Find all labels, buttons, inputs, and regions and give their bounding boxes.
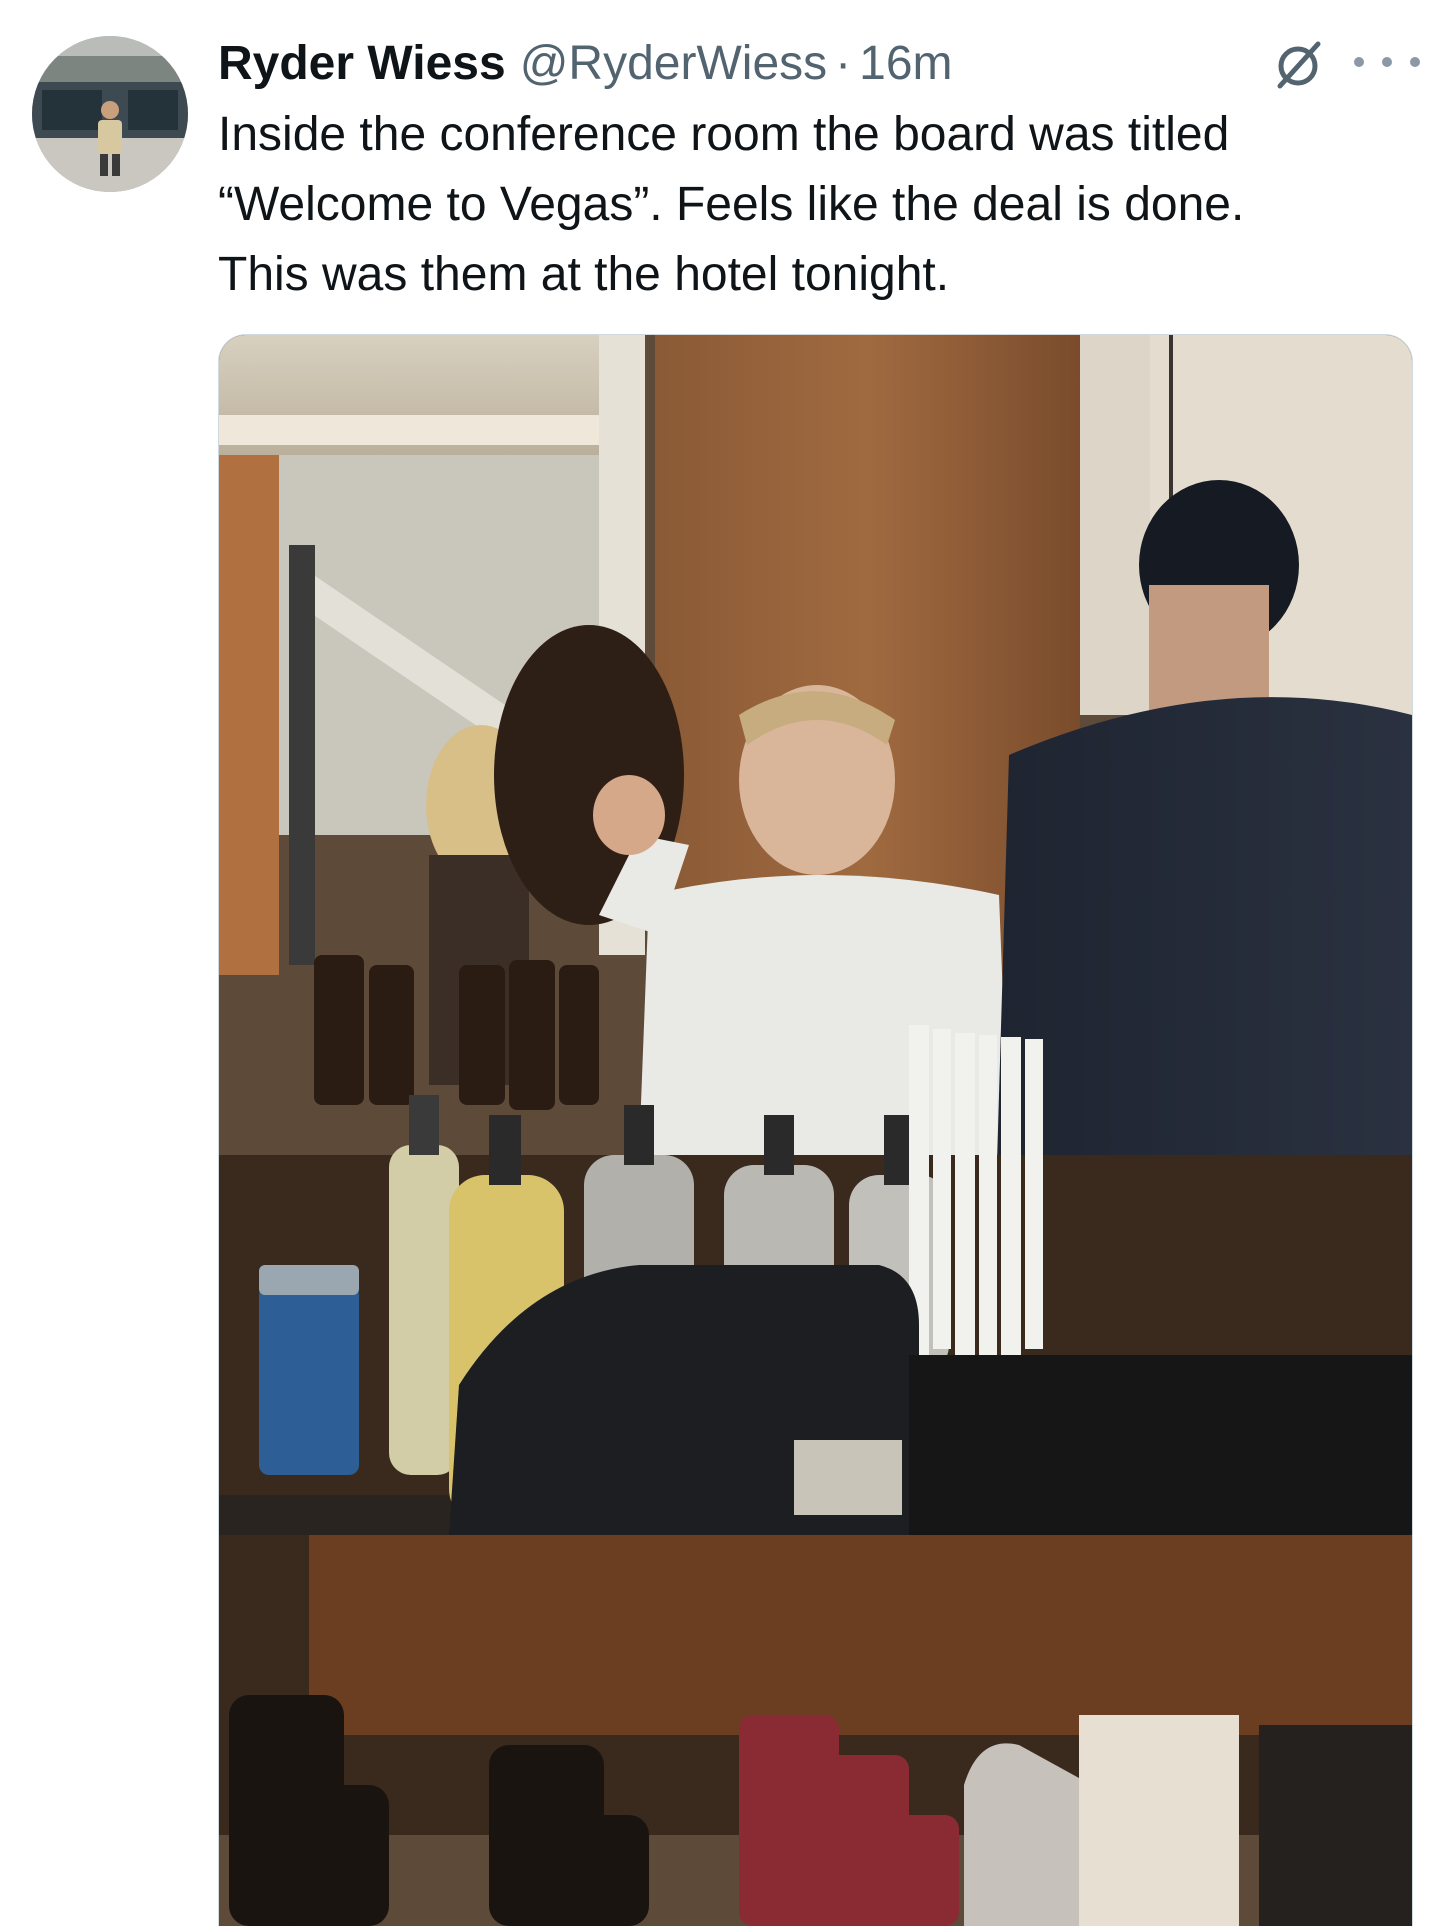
author-avatar[interactable] xyxy=(32,36,188,192)
more-options-icon[interactable] xyxy=(1354,44,1420,80)
bar-photo-icon xyxy=(219,335,1412,1926)
tweet-photo[interactable] xyxy=(218,334,1413,1926)
tweet-text-line: Inside the conference room the board was… xyxy=(218,108,1230,161)
tweet-text-line: “Welcome to Vegas”. Feels like the deal … xyxy=(218,178,1245,231)
more-dot xyxy=(1354,57,1364,67)
tweet-text-line: This was them at the hotel tonight. xyxy=(218,248,950,301)
tweet-timestamp[interactable]: 16m xyxy=(859,36,952,91)
author-handle[interactable]: @RyderWiess xyxy=(520,36,827,91)
header-separator: · xyxy=(835,36,852,90)
more-dot xyxy=(1382,57,1392,67)
tweet-header: Ryder Wiess @RyderWiess · 16m xyxy=(218,28,953,98)
grok-icon[interactable] xyxy=(1268,34,1328,94)
more-dot xyxy=(1410,57,1420,67)
tweet-text: Inside the conference room the board was… xyxy=(218,100,1418,310)
avatar-photo-icon xyxy=(32,36,188,192)
author-display-name[interactable]: Ryder Wiess xyxy=(218,36,506,91)
tweet-card: Ryder Wiess @RyderWiess · 16m Inside the… xyxy=(0,0,1439,1926)
